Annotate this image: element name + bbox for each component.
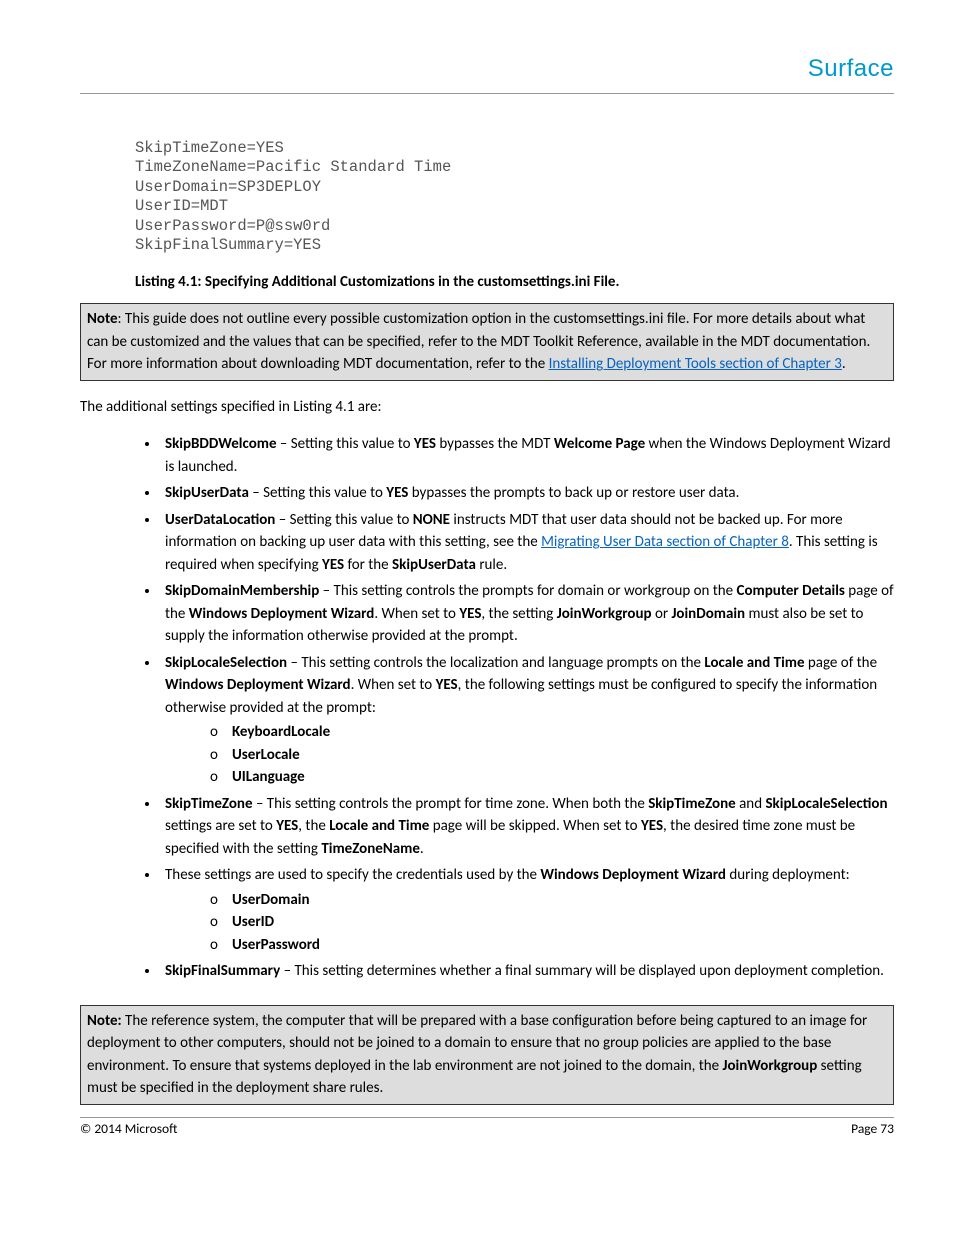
- setting-name: SkipLocaleSelection: [165, 654, 287, 672]
- setting-name: SkipDomainMembership: [165, 582, 319, 600]
- setting-name: UserDataLocation: [165, 511, 275, 529]
- note-after: .: [842, 355, 846, 373]
- page-header: Surface: [80, 55, 894, 94]
- sub-item: UILanguage: [210, 766, 894, 789]
- sub-list: UserDomain UserID UserPassword: [210, 889, 894, 957]
- note-box: Note: This guide does not outline every …: [80, 303, 894, 381]
- note-label: Note: [87, 310, 118, 328]
- sub-item: KeyboardLocale: [210, 721, 894, 744]
- link-migrating-user-data[interactable]: Migrating User Data section of Chapter 8: [541, 533, 789, 551]
- list-item: SkipTimeZone – This setting controls the…: [160, 793, 894, 861]
- list-item: UserDataLocation – Setting this value to…: [160, 509, 894, 577]
- setting-name: SkipUserData: [165, 484, 249, 502]
- settings-list: SkipBDDWelcome – Setting this value to Y…: [160, 433, 894, 983]
- sub-item: UserPassword: [210, 934, 894, 957]
- page-number: Page 73: [851, 1120, 894, 1137]
- note-box-2: Note: The reference system, the computer…: [80, 1005, 894, 1105]
- link-install-tools[interactable]: Installing Deployment Tools section of C…: [549, 355, 842, 373]
- setting-name: SkipBDDWelcome: [165, 435, 277, 453]
- page-footer: © 2014 Microsoft Page 73: [80, 1117, 894, 1137]
- code-listing: SkipTimeZone=YES TimeZoneName=Pacific St…: [135, 139, 894, 255]
- sub-item: UserLocale: [210, 744, 894, 767]
- listing-caption: Listing 4.1: Specifying Additional Custo…: [135, 273, 894, 291]
- list-item: These settings are used to specify the c…: [160, 864, 894, 956]
- list-item: SkipLocaleSelection – This setting contr…: [160, 652, 894, 789]
- sub-list: KeyboardLocale UserLocale UILanguage: [210, 721, 894, 789]
- brand-logo: Surface: [808, 55, 894, 82]
- copyright: © 2014 Microsoft: [80, 1120, 177, 1137]
- intro-text: The additional settings specified in Lis…: [80, 396, 894, 419]
- sub-item: UserID: [210, 911, 894, 934]
- list-item: SkipBDDWelcome – Setting this value to Y…: [160, 433, 894, 478]
- list-item: SkipDomainMembership – This setting cont…: [160, 580, 894, 648]
- list-item: SkipFinalSummary – This setting determin…: [160, 960, 894, 983]
- sub-item: UserDomain: [210, 889, 894, 912]
- setting-name: SkipTimeZone: [165, 795, 253, 813]
- note-label: Note:: [87, 1012, 122, 1030]
- list-item: SkipUserData – Setting this value to YES…: [160, 482, 894, 505]
- setting-name: SkipFinalSummary: [165, 962, 280, 980]
